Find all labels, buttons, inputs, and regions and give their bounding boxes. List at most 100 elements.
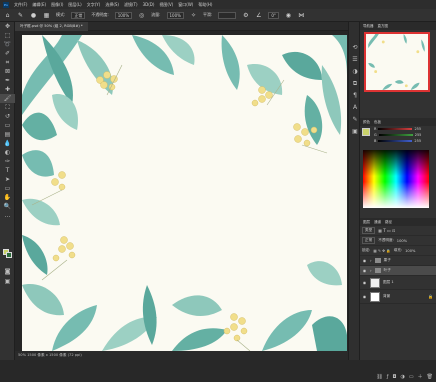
folder-icon <box>374 258 381 263</box>
menu-help[interactable]: 帮助(H) <box>198 2 212 8</box>
adjustment-layer-icon[interactable]: ◑ <box>401 372 405 382</box>
menu-filter[interactable]: 滤镜(T) <box>124 2 138 8</box>
smoothing-options-icon[interactable]: ⚙ <box>242 12 249 19</box>
new-group-icon[interactable]: ▭ <box>409 372 414 382</box>
visibility-eye-icon[interactable]: ◉ <box>362 280 367 285</box>
workspace <box>15 31 348 351</box>
document-tab-bar: 叶子框.psd @ 50% (组 2, RGB/8#) * <box>15 22 348 31</box>
fill-value[interactable]: 100% <box>405 249 415 253</box>
menu-layer[interactable]: 图层(L) <box>68 2 81 8</box>
tab-channels[interactable]: 通道 <box>374 218 381 226</box>
airbrush-icon[interactable]: ✧ <box>190 12 197 19</box>
slider-r-track[interactable] <box>378 128 413 130</box>
tab-navigator[interactable]: 导航器 <box>363 22 374 30</box>
screen-mode-icon[interactable]: ▣ <box>0 277 15 286</box>
link-icon[interactable]: ⛓ <box>376 372 382 382</box>
mode-label: 模式: <box>56 12 66 17</box>
slider-g-value[interactable]: 255 <box>415 133 422 137</box>
quick-mask-icon[interactable]: ◙ <box>0 267 15 276</box>
layer-row[interactable]: ◉ › 叶子 <box>360 266 436 276</box>
menu-file[interactable]: 文件(F) <box>14 2 27 8</box>
new-layer-icon[interactable]: ＋ <box>418 372 423 382</box>
color-spectrum[interactable] <box>363 150 429 208</box>
type-icon[interactable]: T <box>0 166 15 175</box>
pressure-opacity-icon[interactable]: ◎ <box>138 12 145 19</box>
brush-size-icon[interactable]: ● <box>30 12 37 19</box>
mode-select[interactable]: 正常 <box>71 11 86 19</box>
navigator-tabs: 导航器 直方图 <box>360 22 436 30</box>
blend-mode-select[interactable]: 正常 <box>362 237 376 244</box>
chevron-right-icon[interactable]: › <box>370 258 372 263</box>
slider-b-value[interactable]: 255 <box>414 139 421 143</box>
mask-icon[interactable]: ◘ <box>393 372 397 382</box>
fx-icon[interactable]: ƒ <box>387 372 389 382</box>
tab-color[interactable]: 颜色 <box>363 118 370 126</box>
layer-kind-filter[interactable]: 类型 <box>362 227 376 234</box>
menu-view[interactable]: 视图(V) <box>159 2 173 8</box>
slider-r-value[interactable]: 255 <box>414 127 421 131</box>
menu-image[interactable]: 图像(I) <box>51 2 63 8</box>
layer-row[interactable]: ◉ 背景 🔒 <box>360 290 436 304</box>
trash-icon[interactable]: 🗑 <box>427 372 433 382</box>
zoom-icon[interactable]: 🔍 <box>0 202 15 211</box>
opacity-field[interactable]: 100% <box>114 11 133 19</box>
background-color-swatch[interactable] <box>6 252 12 258</box>
menu-type[interactable]: 文字(Y) <box>87 2 101 8</box>
frame-icon[interactable]: ⊠ <box>0 67 15 76</box>
smoothing-field[interactable] <box>218 11 237 19</box>
dodge-icon[interactable]: ◐ <box>0 148 15 157</box>
folder-icon <box>374 268 381 273</box>
visibility-eye-icon[interactable]: ◉ <box>362 258 367 263</box>
history-brush-icon[interactable]: ↺ <box>0 112 15 121</box>
brush-panel-icon[interactable]: ▦ <box>43 12 50 19</box>
layer-opacity-value[interactable]: 100% <box>397 239 407 243</box>
lasso-icon[interactable]: ➰ <box>0 40 15 49</box>
document-canvas[interactable] <box>22 35 347 351</box>
marquee-icon[interactable]: ⬚ <box>0 31 15 40</box>
shape-icon[interactable]: ▭ <box>0 184 15 193</box>
menu-edit[interactable]: 编辑(E) <box>32 2 46 8</box>
pen-icon[interactable]: ✑ <box>0 157 15 166</box>
layer-name: 叶子 <box>383 268 391 272</box>
angle-field[interactable]: 0° <box>268 11 279 19</box>
slider-b-track[interactable] <box>378 140 413 142</box>
more-tools-icon[interactable]: … <box>0 211 15 220</box>
layer-row[interactable]: ◉ › 果子 <box>360 256 436 266</box>
flow-field[interactable]: 100% <box>166 11 184 19</box>
slider-b[interactable]: B 255 <box>360 138 436 144</box>
symmetry-icon[interactable]: ⋈ <box>298 12 305 19</box>
eraser-icon[interactable]: ▭ <box>0 121 15 130</box>
filter-icons[interactable]: ▦ T ▭ ⊡ <box>378 228 395 233</box>
quick-select-icon[interactable]: ✐ <box>0 49 15 58</box>
hand-icon[interactable]: ✋ <box>0 193 15 202</box>
visibility-eye-icon[interactable]: ◉ <box>362 294 367 299</box>
layer-lock-row: 锁定: ▦ ✎ ✥ 🔒 填充: 100% <box>360 246 436 256</box>
gradient-icon[interactable]: ▤ <box>0 130 15 139</box>
tab-histogram[interactable]: 直方图 <box>378 22 389 30</box>
lock-icons[interactable]: ▦ ✎ ✥ 🔒 <box>373 249 390 253</box>
tab-swatches[interactable]: 色板 <box>374 118 381 126</box>
crop-icon[interactable]: ⌗ <box>0 58 15 67</box>
brush-preset-icon[interactable]: ✎ <box>17 12 24 19</box>
stamp-icon[interactable]: ⛶ <box>0 103 15 112</box>
tab-paths[interactable]: 路径 <box>385 218 392 226</box>
healing-icon[interactable]: ✚ <box>0 85 15 94</box>
layer-row[interactable]: ◉ 图层 1 <box>360 276 436 290</box>
flow-label: 流量: <box>151 12 161 17</box>
navigator-preview[interactable] <box>364 32 430 92</box>
move-icon[interactable]: ✥ <box>0 22 15 31</box>
path-select-icon[interactable]: ➤ <box>0 175 15 184</box>
chevron-right-icon[interactable]: › <box>370 268 372 273</box>
document-tab[interactable]: 叶子框.psd @ 50% (组 2, RGB/8#) * <box>15 22 88 31</box>
slider-g-track[interactable] <box>378 134 413 136</box>
brush-icon[interactable]: 🖌 <box>0 94 15 103</box>
menu-3d[interactable]: 3D(D) <box>143 2 155 7</box>
pressure-size-icon[interactable]: ◉ <box>285 12 292 19</box>
home-icon[interactable]: ⌂ <box>4 12 11 19</box>
eyedropper-icon[interactable]: ✒ <box>0 76 15 85</box>
blur-icon[interactable]: 💧 <box>0 139 15 148</box>
visibility-eye-icon[interactable]: ◉ <box>362 268 367 273</box>
menu-select[interactable]: 选择(S) <box>105 2 119 8</box>
tab-layers[interactable]: 图层 <box>363 218 370 226</box>
menu-window[interactable]: 窗口(W) <box>178 2 193 8</box>
